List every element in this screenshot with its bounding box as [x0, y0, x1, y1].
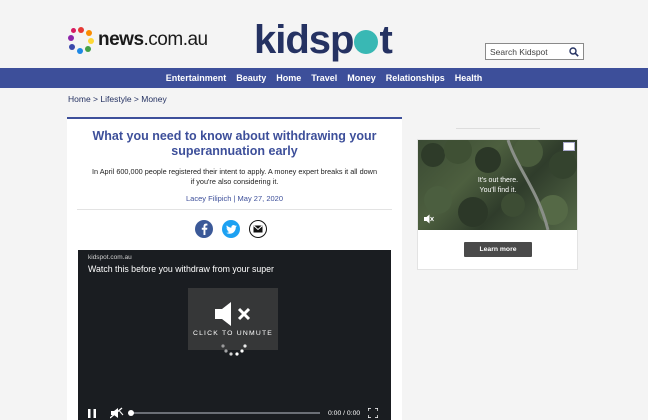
ad-mute-icon[interactable] — [424, 214, 434, 224]
video-time: 0:00 / 0:00 — [328, 410, 360, 417]
site-header: news.com.au kidsp t Search Kidspot — [0, 0, 648, 68]
video-controls: 0:00 / 0:00 — [78, 404, 391, 420]
breadcrumb: Home > Lifestyle > Money — [68, 94, 167, 104]
search-box[interactable]: Search Kidspot — [485, 43, 584, 60]
time-separator: / — [343, 409, 346, 417]
article-byline[interactable]: Lacey Filipich | May 27, 2020 — [67, 194, 402, 203]
video-source: kidspot.com.au — [88, 254, 132, 261]
twitter-icon[interactable] — [222, 220, 240, 238]
nav-item-home[interactable]: Home — [276, 73, 301, 83]
ad-line-2: You'll find it. — [479, 187, 517, 194]
main-nav: Entertainment Beauty Home Travel Money R… — [0, 68, 648, 88]
progress-knob[interactable] — [128, 410, 134, 416]
breadcrumb-money[interactable]: Money — [141, 94, 167, 104]
rail-divider — [456, 128, 540, 129]
learn-more-button[interactable]: Learn more — [464, 242, 532, 257]
divider — [77, 209, 392, 210]
article-title: What you need to know about withdrawing … — [92, 129, 377, 158]
news-dots-icon — [68, 27, 94, 54]
breadcrumb-home[interactable]: Home — [68, 94, 91, 104]
video-title: Watch this before you withdraw from your… — [88, 264, 274, 274]
pause-icon[interactable] — [86, 407, 98, 419]
time-current: 0:00 — [328, 409, 342, 417]
loading-spinner-icon — [221, 344, 247, 356]
breadcrumb-lifestyle[interactable]: Lifestyle — [100, 94, 131, 104]
kidspot-logo-post: t — [379, 18, 392, 62]
fullscreen-icon[interactable] — [368, 408, 379, 418]
ad-line-1: It's out there. — [477, 177, 519, 184]
nav-item-money[interactable]: Money — [347, 73, 376, 83]
video-progress-bar[interactable] — [128, 410, 320, 416]
share-buttons — [195, 220, 267, 238]
nav-item-health[interactable]: Health — [455, 73, 483, 83]
page: news.com.au kidsp t Search Kidspot Entert… — [0, 0, 648, 420]
unmute-button[interactable]: CLICK TO UNMUTE — [188, 288, 278, 350]
kidspot-logo[interactable]: kidsp t — [254, 17, 393, 63]
video-player[interactable]: kidspot.com.au Watch this before you wit… — [78, 250, 391, 420]
ad-copy: It's out there. You'll find it. — [418, 176, 577, 196]
nav-item-travel[interactable]: Travel — [311, 73, 337, 83]
breadcrumb-separator: > — [90, 94, 101, 104]
facebook-icon[interactable] — [195, 220, 213, 238]
search-input[interactable]: Search Kidspot — [486, 47, 567, 57]
search-icon[interactable] — [567, 45, 581, 59]
nav-item-beauty[interactable]: Beauty — [236, 73, 266, 83]
muted-speaker-icon — [215, 302, 251, 326]
breadcrumb-separator: > — [131, 94, 142, 104]
unmute-label: CLICK TO UNMUTE — [192, 330, 274, 337]
time-total: 0:00 — [346, 409, 361, 417]
volume-muted-icon[interactable] — [110, 407, 124, 419]
kidspot-logo-pre: kidsp — [254, 18, 354, 62]
news-com-au-logo[interactable]: news.com.au — [68, 26, 208, 54]
nav-item-relationships[interactable]: Relationships — [386, 73, 445, 83]
news-logo-bold: news — [98, 29, 144, 50]
nav-item-entertainment[interactable]: Entertainment — [166, 73, 227, 83]
advertisement[interactable]: It's out there. You'll find it. Learn mo… — [417, 139, 578, 270]
adchoices-icon[interactable] — [563, 142, 575, 151]
article-card: What you need to know about withdrawing … — [67, 117, 402, 420]
article-dek: In April 600,000 people registered their… — [91, 167, 378, 186]
news-logo-rest: .com.au — [143, 29, 209, 50]
kidspot-dot-icon — [354, 30, 379, 54]
email-icon[interactable] — [249, 220, 267, 238]
